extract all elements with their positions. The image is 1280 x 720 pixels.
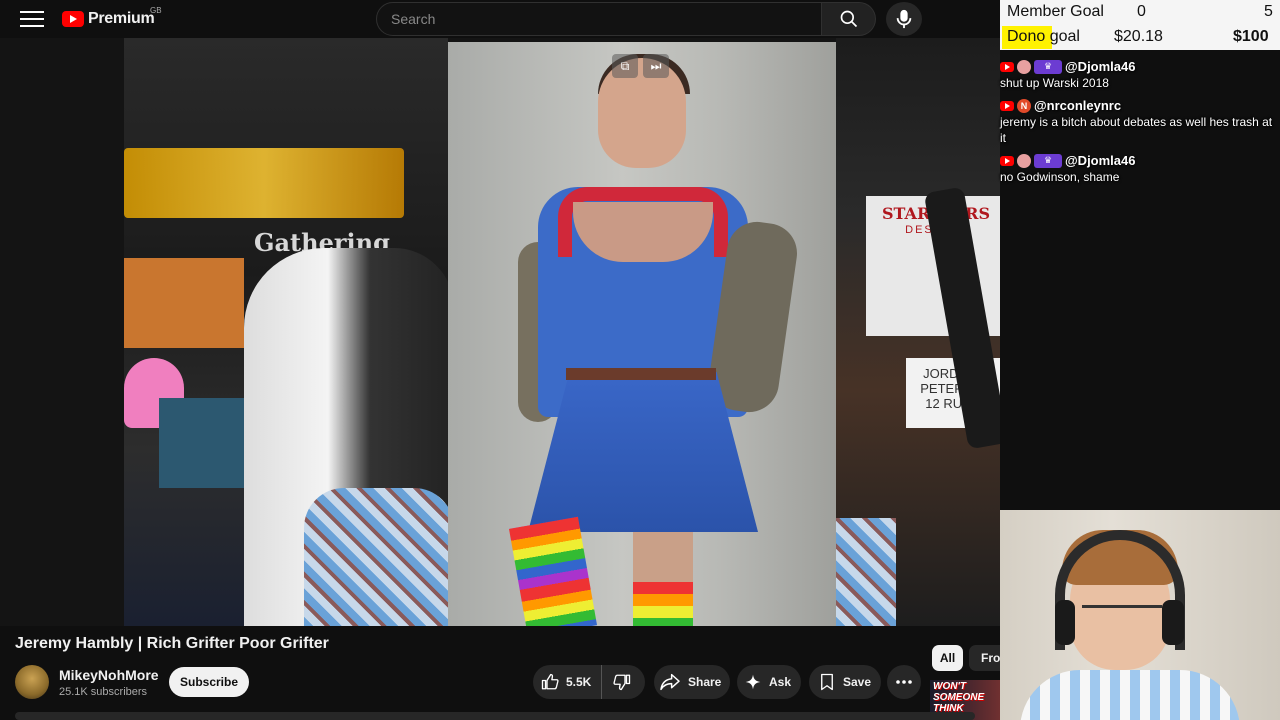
ask-label: Ask <box>769 675 792 689</box>
stream-goals-overlay: Member Goal 0 5 Dono goal $20.18 $100 <box>1000 0 1280 50</box>
youtube-logo-icon <box>62 11 84 27</box>
dislike-button[interactable] <box>602 665 642 699</box>
headset-earcup-right <box>1162 600 1184 645</box>
dono-goal-row: Dono goal $20.18 $100 <box>1000 25 1280 50</box>
magic-neon-sign <box>124 148 404 218</box>
chat-text: shut up Warski 2018 <box>1000 76 1109 90</box>
chip-all[interactable]: All <box>932 645 963 671</box>
member-goal-row: Member Goal 0 5 <box>1000 0 1280 25</box>
webcam-shirt <box>1020 670 1240 720</box>
youtube-badge-icon <box>1000 155 1014 166</box>
more-horizontal-icon <box>896 680 912 684</box>
share-button[interactable]: Share <box>654 665 730 699</box>
chat-message: ♛ @Djomla46 no Godwinson, shame <box>997 152 1280 185</box>
dono-goal-target: $100 <box>1233 28 1269 45</box>
chat-avatar <box>1017 153 1031 168</box>
bookmark-icon <box>821 673 833 691</box>
like-count: 5.5K <box>566 675 592 689</box>
plaid-shirt <box>304 488 454 626</box>
chat-message-header: N @nrconleynrc <box>1000 97 1280 114</box>
video-player[interactable]: Gathering ⧉ ⏭ STAR WARS DESTINY <box>0 38 1000 626</box>
region-code: GB <box>150 6 162 15</box>
share-icon <box>660 673 680 691</box>
chat-username: @Djomla46 <box>1065 153 1136 168</box>
rainbow-sock-right <box>633 532 693 626</box>
thumbnail-text-line-1: WON'T <box>933 681 966 692</box>
dono-goal-label: Dono goal <box>1007 28 1080 45</box>
ask-button[interactable]: Ask <box>737 665 801 699</box>
youtube-premium-logo[interactable]: Premium GB <box>62 6 162 28</box>
chat-message-header: ♛ @Djomla46 <box>1000 152 1280 169</box>
member-crown-icon: ♛ <box>1034 59 1062 74</box>
popout-icon[interactable]: ⧉ <box>612 54 638 78</box>
sparkle-icon <box>745 674 761 690</box>
video-title: Jeremy Hambly | Rich Grifter Poor Grifte… <box>15 635 329 652</box>
youtube-badge-icon <box>1000 61 1014 72</box>
member-goal-label: Member Goal <box>1007 3 1104 20</box>
like-dislike-group: 5.5K <box>533 665 645 699</box>
chat-avatar-letter: N <box>1017 98 1031 113</box>
person-belt <box>566 368 716 380</box>
search-icon <box>840 10 857 28</box>
more-actions-button[interactable] <box>887 665 921 699</box>
skip-next-icon[interactable]: ⏭ <box>643 54 669 78</box>
chat-username: @Djomla46 <box>1065 59 1136 74</box>
channel-avatar[interactable] <box>15 665 49 699</box>
search-bar <box>376 2 876 36</box>
chat-message: N @nrconleynrc jeremy is a bitch about d… <box>997 97 1280 146</box>
thumbnail-text-line-2: SOMEONE <box>933 692 985 703</box>
save-label: Save <box>843 675 872 689</box>
subscriber-count: 25.1K subscribers <box>59 686 148 698</box>
chat-avatar <box>1017 59 1031 74</box>
video-background-right: STAR WARS DESTINY JORDAN B PETERSON 12 R… <box>836 38 1000 626</box>
chat-message-header: ♛ @Djomla46 <box>1000 58 1280 75</box>
thumbs-down-icon <box>613 674 631 691</box>
chat-text: no Godwinson, shame <box>1000 170 1120 184</box>
overlay-photo: ⧉ ⏭ <box>448 42 836 626</box>
live-chat-overlay: ♛ @Djomla46 shut up Warski 2018 N @nrcon… <box>997 58 1280 191</box>
subscribe-button[interactable]: Subscribe <box>169 667 249 697</box>
save-button[interactable]: Save <box>809 665 881 699</box>
channel-name[interactable]: MikeyNohMore <box>59 667 159 683</box>
thumbs-up-icon <box>541 673 559 690</box>
page: Premium GB Gathering <box>0 0 1280 720</box>
like-button[interactable]: 5.5K <box>533 665 603 699</box>
plaid-shirt-right <box>836 518 896 626</box>
chat-text: jeremy is a bitch about debates as well … <box>1000 115 1273 145</box>
thumbnail-text: WON'T SOMEONE THINK <box>933 681 984 714</box>
search-input[interactable] <box>376 2 822 36</box>
shelf-box <box>124 258 244 348</box>
menu-icon[interactable] <box>20 8 44 30</box>
member-goal-current: 0 <box>1137 3 1146 20</box>
rainbow-sock-left <box>508 516 598 626</box>
top-bar: Premium GB <box>0 0 1000 38</box>
member-crown-icon: ♛ <box>1034 153 1062 168</box>
chat-message: ♛ @Djomla46 shut up Warski 2018 <box>997 58 1280 91</box>
video-background-left: Gathering <box>124 38 454 626</box>
logo-text: Premium <box>88 10 155 27</box>
member-goal-target: 5 <box>1264 3 1273 20</box>
voice-search-button[interactable] <box>886 2 922 36</box>
chat-username: @nrconleynrc <box>1034 98 1122 113</box>
description-box-edge <box>15 712 975 720</box>
dono-goal-current: $20.18 <box>1114 28 1163 45</box>
search-button[interactable] <box>822 2 876 36</box>
microphone-icon <box>896 9 912 29</box>
share-label: Share <box>688 675 722 689</box>
headset-earcup-left <box>1055 600 1075 645</box>
youtube-badge-icon <box>1000 100 1014 111</box>
streamer-webcam <box>1000 510 1280 720</box>
